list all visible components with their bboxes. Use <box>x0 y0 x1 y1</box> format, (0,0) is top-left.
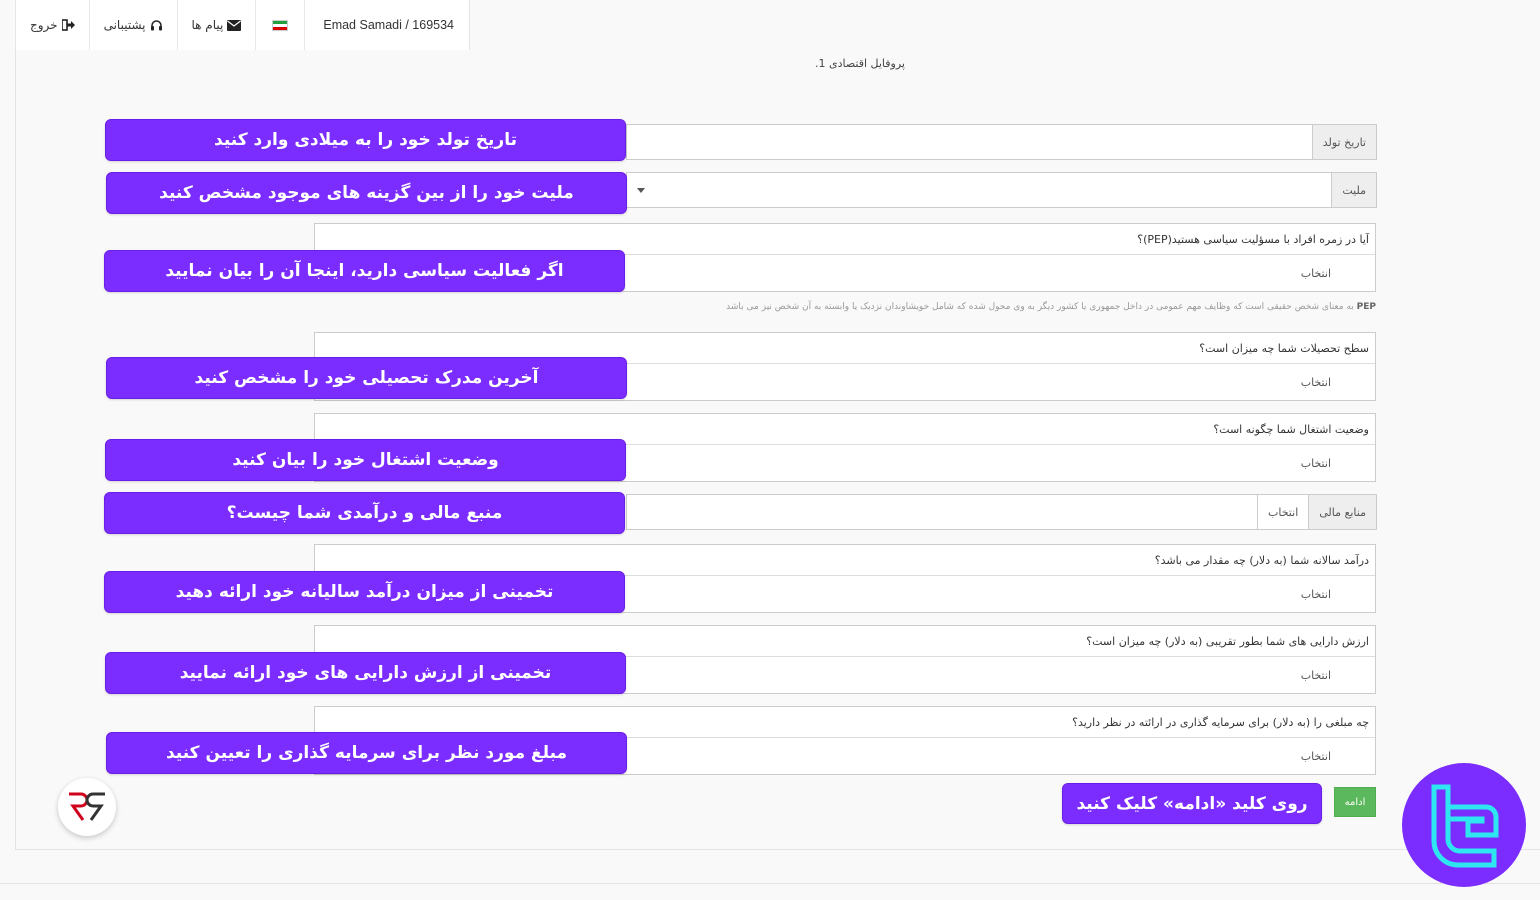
section-title: پروفایل اقتصادی 1. <box>815 57 905 70</box>
chevron-down-icon <box>637 187 645 193</box>
funds-select[interactable]: انتخاب <box>1257 495 1309 529</box>
tc-logo <box>1402 763 1526 887</box>
pep-note-strong: PEP <box>1356 302 1376 312</box>
callout-birthdate: تاریخ تولد خود را به میلادی وارد کنید <box>105 119 626 161</box>
user-account-label: Emad Samadi / 169534 <box>323 18 454 32</box>
top-navigation-bar: خروج پشتیبانی پیام ها Emad Samadi / 1695… <box>15 0 470 50</box>
headset-icon <box>150 19 162 30</box>
callout-investment: مبلغ مورد نظر برای سرمایه گذاری را تعیین… <box>106 732 627 774</box>
rr-logo-icon <box>69 792 105 821</box>
iran-flag-icon <box>272 19 289 31</box>
callout-employment: وضعیت اشتغال خود را بیان کنید <box>105 439 626 481</box>
funds-addon: منابع مالی <box>1308 495 1376 529</box>
callout-continue: روی کلید «ادامه» کلیک کنید <box>1062 783 1322 824</box>
pep-note-text: به معنای شخص حقیقی است که وظایف مهم عموم… <box>726 302 1357 312</box>
birthdate-addon: تاریخ تولد <box>1311 125 1376 159</box>
funds-input-group: منابع مالی انتخاب <box>626 494 1377 530</box>
envelope-icon <box>227 19 242 31</box>
callout-education: آخرین مدرک تحصیلی خود را مشخص کنید <box>106 357 627 399</box>
messages-link[interactable]: پیام ها <box>178 0 257 50</box>
tc-logo-icon <box>1431 784 1499 868</box>
callout-assets: تخمینی از ارزش دارایی های خود ارائه نمای… <box>105 652 626 694</box>
callout-income: تخمینی از میزان درآمد سالیانه خود ارائه … <box>104 571 625 613</box>
messages-label: پیام ها <box>191 18 224 32</box>
birthdate-input-group: تاریخ تولد <box>626 124 1377 160</box>
rr-logo <box>58 778 116 836</box>
logout-label: خروج <box>30 18 58 32</box>
callout-funds: منبع مالی و درآمدی شما چیست؟ <box>104 492 625 534</box>
nationality-addon: ملیت <box>1331 173 1376 207</box>
language-selector[interactable] <box>256 0 306 50</box>
nationality-select[interactable] <box>627 173 1331 207</box>
pep-note: PEP به معنای شخص حقیقی است که وظایف مهم … <box>600 302 1376 312</box>
footer-divider <box>0 883 1540 884</box>
support-link[interactable]: پشتیبانی <box>90 0 178 50</box>
continue-button[interactable]: ادامه <box>1334 787 1376 817</box>
sign-out-icon <box>61 19 75 31</box>
callout-pep: اگر فعالیت سیاسی دارید، اینجا آن را بیان… <box>104 250 625 292</box>
birthdate-input[interactable] <box>627 125 1312 159</box>
support-label: پشتیبانی <box>103 18 146 32</box>
callout-nationality: ملیت خود را از بین گزینه های موجود مشخص … <box>106 172 627 214</box>
nationality-input-group: ملیت <box>626 172 1377 208</box>
logout-link[interactable]: خروج <box>16 0 90 50</box>
funds-input-area[interactable] <box>627 495 1257 529</box>
